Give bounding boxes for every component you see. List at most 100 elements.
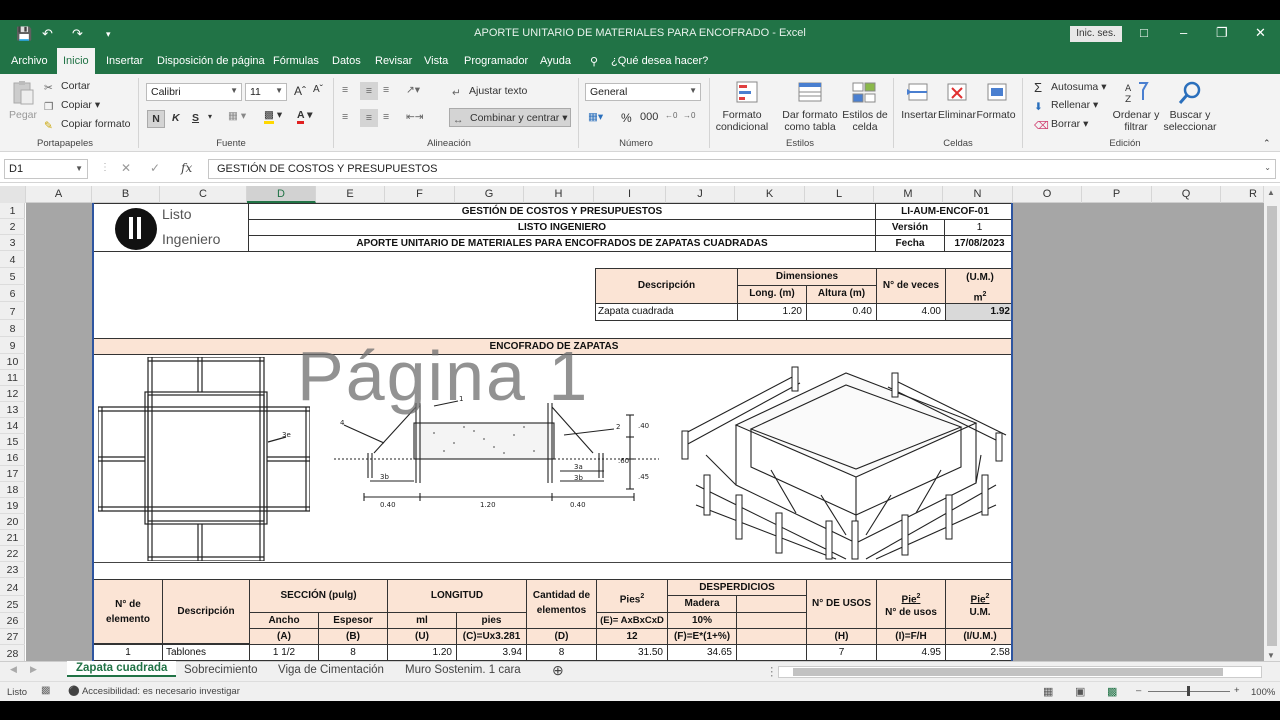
column-header-g[interactable]: G	[455, 186, 524, 203]
row-header[interactable]: 13	[0, 402, 25, 418]
column-header-c[interactable]: C	[160, 186, 247, 203]
clear-button[interactable]: ⌫ Borrar ▾	[1034, 118, 1088, 132]
next-sheet-icon[interactable]: ▶	[30, 664, 37, 675]
row-header[interactable]: 5	[0, 269, 25, 285]
close-icon[interactable]: ✕	[1255, 25, 1266, 41]
sheet-tab-viga[interactable]: Viga de Cimentación	[278, 664, 384, 676]
zoom-out-icon[interactable]: –	[1136, 685, 1141, 696]
page-layout-view-icon[interactable]: ▣	[1075, 685, 1085, 698]
tab-inicio[interactable]: Inicio	[57, 48, 95, 74]
row-header[interactable]: 16	[0, 450, 25, 466]
macro-record-icon[interactable]: ▩	[41, 685, 50, 696]
column-header-l[interactable]: L	[805, 186, 874, 203]
row-header[interactable]: 7	[0, 304, 25, 320]
column-header-j[interactable]: J	[666, 186, 735, 203]
column-header-o[interactable]: O	[1013, 186, 1082, 203]
row-header[interactable]: 10	[0, 354, 25, 370]
cancel-icon[interactable]: ✕	[121, 161, 131, 175]
conditional-format-button[interactable]: Formato condicional	[713, 109, 771, 133]
scroll-thumb[interactable]	[1267, 206, 1277, 646]
tab-ayuda[interactable]: Ayuda	[540, 55, 571, 67]
autosum-button[interactable]: Σ Autosuma ▾	[1034, 80, 1106, 95]
sort-filter-button[interactable]: Ordenar y filtrar	[1110, 109, 1162, 133]
tab-vista[interactable]: Vista	[424, 55, 448, 67]
tab-disposicion[interactable]: Disposición de página	[157, 55, 265, 67]
column-header-h[interactable]: H	[524, 186, 594, 203]
comma-icon[interactable]: 000	[640, 111, 658, 123]
align-bottom-icon[interactable]: ≡	[383, 84, 389, 96]
scroll-up-icon[interactable]: ▲	[1267, 188, 1275, 197]
tab-datos[interactable]: Datos	[332, 55, 361, 67]
new-sheet-button[interactable]: ⊕	[552, 662, 564, 679]
tab-formulas[interactable]: Fórmulas	[273, 55, 319, 67]
column-header-p[interactable]: P	[1082, 186, 1152, 203]
signin-button[interactable]: Inic. ses.	[1070, 26, 1122, 42]
column-header-k[interactable]: K	[735, 186, 805, 203]
format-as-table-button[interactable]: Dar formato como tabla	[778, 109, 842, 133]
font-color-icon[interactable]: A ▾	[297, 109, 312, 124]
italic-button[interactable]: K	[172, 112, 180, 124]
normal-view-icon[interactable]: ▦	[1043, 685, 1053, 698]
minimize-icon[interactable]: –	[1180, 25, 1187, 40]
orientation-icon[interactable]: ↗▾	[406, 84, 420, 96]
row-header[interactable]: 27	[0, 629, 25, 645]
row-header[interactable]: 12	[0, 386, 25, 402]
row-header[interactable]: 24	[0, 580, 25, 596]
font-size-combo[interactable]: 11 ▼	[245, 83, 287, 101]
currency-icon[interactable]: ▦▾	[588, 111, 603, 123]
merge-center-button[interactable]: ↔ Combinar y centrar ▾	[449, 108, 571, 127]
align-right-icon[interactable]: ≡	[383, 111, 389, 123]
enter-icon[interactable]: ✓	[150, 161, 160, 175]
tab-insertar[interactable]: Insertar	[106, 55, 143, 67]
row-header[interactable]: 6	[0, 286, 25, 302]
zoom-level[interactable]: 100%	[1251, 687, 1275, 698]
tell-me-box[interactable]: ¿Qué desea hacer?	[611, 55, 708, 67]
align-top-icon[interactable]: ≡	[342, 84, 348, 96]
row-header[interactable]: 4	[0, 252, 25, 268]
column-header-f[interactable]: F	[385, 186, 455, 203]
row-header[interactable]: 20	[0, 514, 25, 530]
row-header[interactable]: 15	[0, 434, 25, 450]
select-all-button[interactable]	[0, 186, 26, 203]
increase-decimal-icon[interactable]: ←0	[665, 111, 677, 120]
column-header-n[interactable]: N	[943, 186, 1013, 203]
sheet-tab-muro[interactable]: Muro Sostenim. 1 cara	[405, 664, 521, 676]
grow-font-icon[interactable]: Aˆ	[294, 84, 306, 98]
row-header[interactable]: 21	[0, 530, 25, 546]
tab-revisar[interactable]: Revisar	[375, 55, 412, 67]
row-header[interactable]: 14	[0, 418, 25, 434]
cut-button[interactable]: ✂ Cortar	[44, 80, 90, 94]
row-header[interactable]: 11	[0, 370, 25, 386]
column-header-i[interactable]: I	[594, 186, 666, 203]
collapse-ribbon-icon[interactable]: ⌃	[1263, 138, 1271, 149]
tab-programador[interactable]: Programador	[464, 55, 528, 67]
row-header[interactable]: 19	[0, 498, 25, 514]
find-select-button[interactable]: Buscar y seleccionar	[1160, 109, 1220, 133]
worksheet-print-area[interactable]: Listo Ingeniero GESTIÓN DE COSTOS Y PRES…	[92, 203, 1013, 663]
row-header[interactable]: 2	[0, 219, 25, 235]
fill-color-icon[interactable]: ▩ ▾	[264, 109, 282, 124]
row-header[interactable]: 23	[0, 562, 25, 578]
vertical-scrollbar[interactable]: ▲ ▼	[1264, 186, 1280, 663]
page-break-view-icon[interactable]: ▩	[1107, 685, 1117, 698]
row-header[interactable]: 18	[0, 482, 25, 498]
row-header[interactable]: 26	[0, 613, 25, 629]
align-left-icon[interactable]: ≡	[342, 111, 348, 123]
maximize-icon[interactable]: ❐	[1216, 25, 1228, 41]
wrap-text-button[interactable]: ↵ Ajustar texto	[452, 85, 527, 99]
column-header-r[interactable]: R	[1221, 186, 1264, 203]
percent-icon[interactable]: %	[621, 111, 632, 125]
row-header[interactable]: 3	[0, 235, 25, 251]
paste-button[interactable]: Pegar	[9, 109, 37, 121]
zoom-slider-thumb[interactable]	[1187, 686, 1190, 696]
copy-button[interactable]: ❐ Copiar ▾	[44, 99, 100, 113]
row-header[interactable]: 17	[0, 466, 25, 482]
format-painter-button[interactable]: ✎ Copiar formato	[44, 118, 130, 132]
horizontal-scrollbar[interactable]	[778, 666, 1262, 678]
row-header[interactable]: 22	[0, 546, 25, 562]
row-header[interactable]: 25	[0, 597, 25, 613]
column-header-d[interactable]: D	[247, 186, 316, 203]
bold-button[interactable]: N	[147, 110, 165, 128]
row-header[interactable]: 9	[0, 338, 25, 354]
align-center-icon[interactable]: ≡	[360, 109, 378, 127]
